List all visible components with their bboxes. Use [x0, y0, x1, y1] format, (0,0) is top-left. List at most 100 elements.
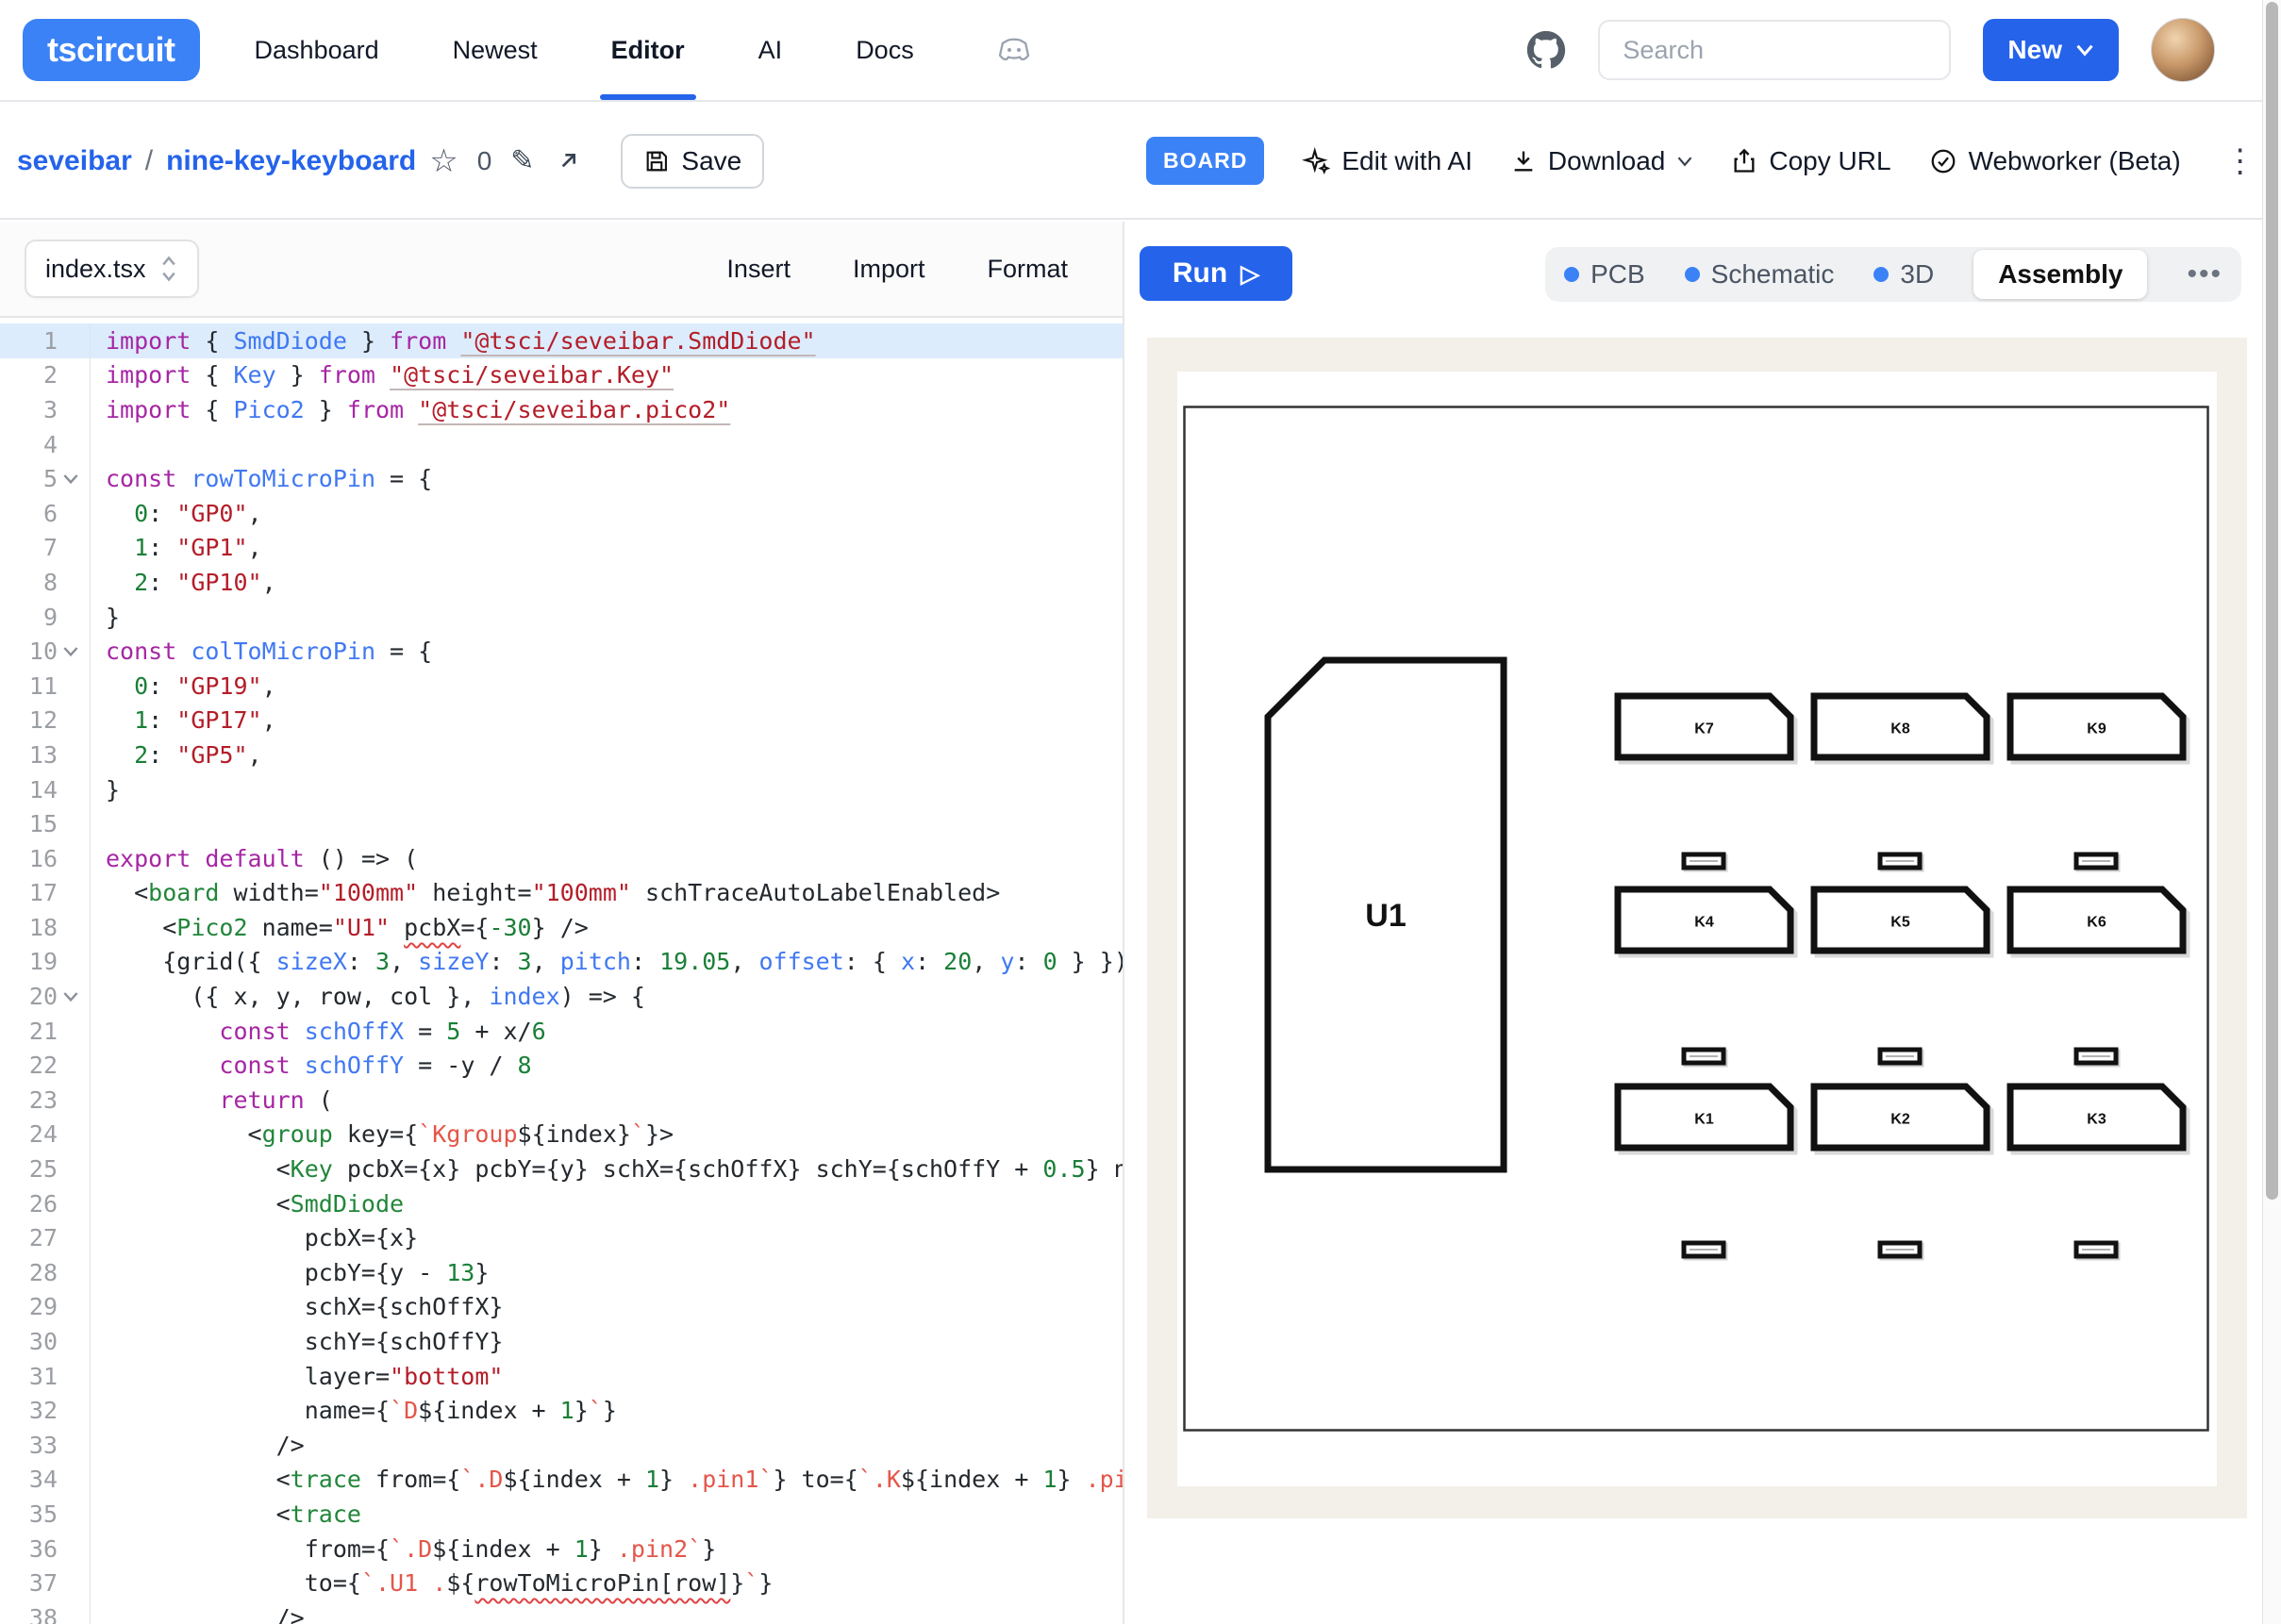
edit-with-ai-button[interactable]: Edit with AI [1302, 146, 1473, 176]
line-gutter: 14 [0, 772, 91, 807]
code-line-16: 16export default () => ( [0, 841, 1123, 876]
code-text: ({ x, y, row, col }, index) => { [91, 983, 645, 1010]
line-gutter: 18 [0, 910, 91, 945]
line-number: 28 [29, 1259, 58, 1286]
webworker-toggle[interactable]: Webworker (Beta) [1929, 146, 2181, 176]
line-number: 35 [29, 1500, 58, 1528]
discord-icon[interactable] [995, 35, 1033, 65]
line-gutter: 5 [0, 461, 91, 496]
code-line-7: 7 1: "GP1", [0, 531, 1123, 566]
play-icon: ▷ [1240, 259, 1259, 289]
preview-panel: Run ▷ PCBSchematic3DAssembly••• U1K7K8K9… [1126, 222, 2262, 1624]
breadcrumb-separator: / [145, 145, 153, 177]
code-line-10: 10const colToMicroPin = { [0, 634, 1123, 669]
chevron-down-icon [1676, 156, 1693, 167]
code-line-11: 11 0: "GP19", [0, 669, 1123, 704]
view-tab-assembly[interactable]: Assembly [1973, 250, 2147, 299]
line-gutter: 29 [0, 1290, 91, 1325]
line-number: 36 [29, 1535, 58, 1563]
code-line-34: 34 <trace from={`.D${index + 1} .pin1`} … [0, 1463, 1123, 1498]
nav-item-newest[interactable]: Newest [453, 0, 538, 100]
avatar[interactable] [2151, 18, 2215, 82]
line-number: 18 [29, 914, 58, 941]
nav-items: Dashboard Newest Editor AI Docs [255, 0, 914, 100]
editor-menu-format[interactable]: Format [987, 255, 1068, 284]
code-text: <Key pcbX={x} pcbY={y} schX={schOffX} sc… [91, 1155, 1124, 1183]
assembly-canvas[interactable]: U1K7K8K9K4K5K6K1K2K3 [1147, 338, 2247, 1518]
tscircuit-logo[interactable]: tscircuit [23, 19, 200, 81]
line-number: 24 [29, 1120, 58, 1148]
line-gutter: 10 [0, 634, 91, 669]
code-text: import { Key } from "@tsci/seveibar.Key" [91, 361, 674, 389]
new-button[interactable]: New [1983, 19, 2119, 81]
copy-url-button[interactable]: Copy URL [1731, 146, 1890, 176]
code-text: <board width="100mm" height="100mm" schT… [91, 879, 1000, 906]
file-selector[interactable]: index.tsx [25, 240, 199, 298]
editor-menu-insert[interactable]: Insert [726, 255, 791, 284]
view-tabs: PCB Schematic 3D Assembly ••• [1545, 247, 2241, 302]
line-number: 12 [29, 706, 58, 734]
code-editor[interactable]: 1import { SmdDiode } from "@tsci/seveiba… [0, 318, 1123, 1624]
code-line-13: 13 2: "GP5", [0, 737, 1123, 772]
line-gutter: 17 [0, 876, 91, 911]
download-button[interactable]: Download [1510, 146, 1694, 176]
fold-chevron-icon[interactable] [63, 471, 80, 488]
open-external-icon [553, 146, 583, 176]
key-label: K1 [1694, 1112, 1714, 1128]
open-external-button[interactable] [553, 146, 583, 176]
line-number: 4 [43, 431, 58, 458]
page-scrollbar [2262, 0, 2281, 1624]
nav-item-dashboard[interactable]: Dashboard [255, 0, 379, 100]
more-options-button[interactable]: ⋮ [2219, 142, 2262, 180]
code-line-14: 14} [0, 772, 1123, 807]
code-text: const schOffY = -y / 8 [91, 1052, 532, 1079]
save-button[interactable]: Save [621, 134, 764, 189]
line-gutter: 37 [0, 1566, 91, 1600]
line-number: 32 [29, 1397, 58, 1424]
tabs-overflow-button[interactable]: ••• [2187, 258, 2223, 290]
line-number: 9 [43, 604, 58, 631]
fold-chevron-icon[interactable] [63, 988, 80, 1005]
search-input[interactable] [1598, 20, 1951, 80]
code-line-8: 8 2: "GP10", [0, 565, 1123, 600]
line-gutter: 26 [0, 1186, 91, 1221]
navbar-right-cluster: New [1526, 18, 2215, 82]
line-number: 22 [29, 1052, 58, 1079]
star-button[interactable]: ☆ [429, 142, 458, 180]
line-number: 11 [29, 672, 58, 700]
line-gutter: 8 [0, 565, 91, 600]
code-line-25: 25 <Key pcbX={x} pcbY={y} schX={schOffX}… [0, 1152, 1123, 1186]
editor-menu-import[interactable]: Import [853, 255, 925, 284]
line-gutter: 27 [0, 1220, 91, 1255]
run-button[interactable]: Run ▷ [1140, 246, 1292, 301]
star-count: 0 [477, 146, 492, 176]
code-line-23: 23 return ( [0, 1083, 1123, 1118]
scrollbar-thumb[interactable] [2266, 2, 2278, 1200]
github-icon[interactable] [1526, 30, 1566, 70]
code-line-32: 32 name={`D${index + 1}`} [0, 1393, 1123, 1428]
view-tab-3d[interactable]: 3D [1873, 259, 1934, 290]
key-label: K9 [2087, 721, 2106, 737]
editor-toolbar: index.tsx Insert Import Format [0, 222, 1123, 318]
code-text: /> [91, 1604, 305, 1624]
code-line-1: 1import { SmdDiode } from "@tsci/seveiba… [0, 323, 1123, 358]
view-tab-pcb[interactable]: PCB [1564, 259, 1645, 290]
view-tab-schematic[interactable]: Schematic [1685, 259, 1835, 290]
code-text: name={`D${index + 1}`} [91, 1397, 617, 1424]
nav-item-ai[interactable]: AI [758, 0, 783, 100]
top-navbar: tscircuit Dashboard Newest Editor AI Docs Ne… [0, 0, 2262, 102]
nav-item-editor[interactable]: Editor [611, 0, 685, 100]
nav-item-docs[interactable]: Docs [856, 0, 914, 100]
tab-dot-icon [1564, 267, 1579, 282]
key-label: K8 [1890, 721, 1910, 737]
fold-chevron-icon[interactable] [63, 643, 80, 660]
board-badge[interactable]: BOARD [1146, 137, 1264, 185]
line-number: 16 [29, 845, 58, 872]
rename-button[interactable]: ✎ [510, 144, 534, 177]
line-gutter: 28 [0, 1255, 91, 1290]
code-text: schY={schOffY} [91, 1328, 503, 1355]
code-text: const schOffX = 5 + x/6 [91, 1018, 546, 1045]
breadcrumb-owner[interactable]: seveibar [17, 145, 132, 177]
code-text: from={`.D${index + 1} .pin2`} [91, 1535, 716, 1563]
breadcrumb-project[interactable]: nine-key-keyboard [166, 145, 416, 177]
